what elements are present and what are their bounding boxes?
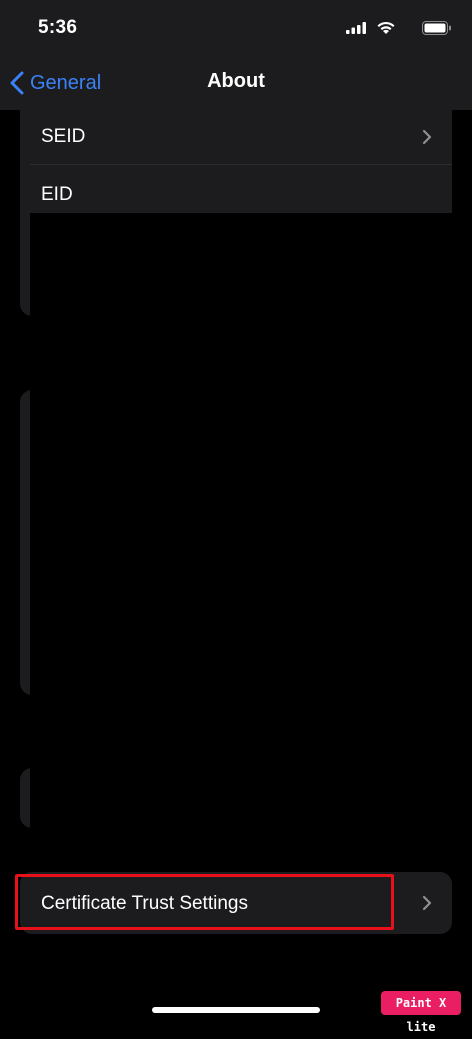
home-indicator[interactable] (152, 1007, 320, 1013)
nav-bar: General About (0, 56, 472, 110)
wifi-icon (377, 21, 395, 34)
certificate-trust-settings-row[interactable]: Certificate Trust Settings (20, 872, 452, 934)
battery-icon (422, 21, 451, 35)
seid-row[interactable]: SEID (30, 110, 452, 164)
certificate-trust-settings-label: Certificate Trust Settings (41, 893, 248, 914)
chevron-right-icon (422, 895, 432, 911)
redacted-area (30, 213, 452, 316)
status-bar: 5:36 (0, 0, 472, 56)
redacted-area-2 (30, 390, 452, 695)
page-title: About (207, 70, 265, 92)
eid-row[interactable]: EID (30, 164, 452, 214)
status-time: 5:36 (38, 17, 78, 38)
seid-label: SEID (41, 126, 86, 147)
chevron-right-icon (422, 129, 432, 145)
watermark-logo: Paint X lite (381, 991, 461, 1034)
redacted-area-3 (30, 768, 452, 828)
eid-label: EID (41, 184, 73, 205)
signal-icon (346, 22, 366, 34)
